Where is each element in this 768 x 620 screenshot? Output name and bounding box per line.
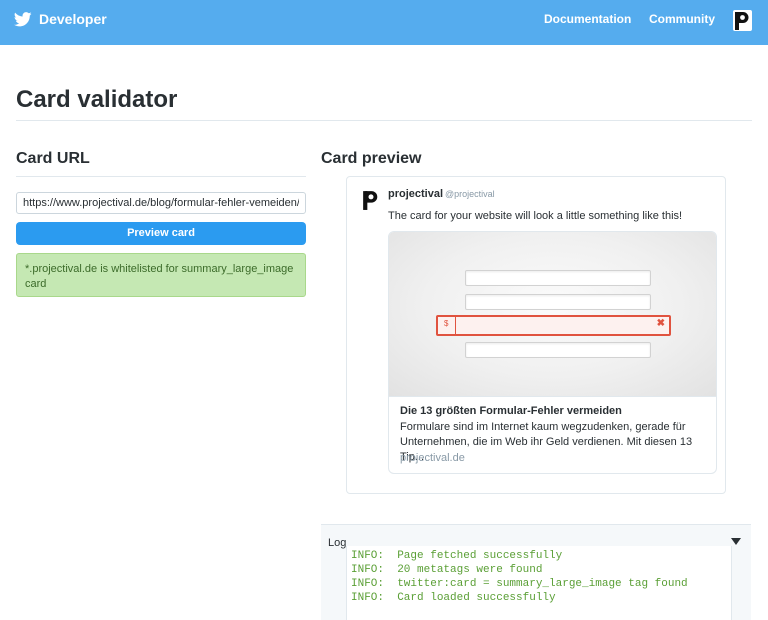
dollar-icon: $ — [444, 319, 449, 328]
twitter-bird-icon — [14, 11, 32, 26]
nav-documentation-link[interactable]: Documentation — [544, 12, 631, 26]
nav-community-link[interactable]: Community — [649, 12, 715, 26]
title-divider — [16, 120, 752, 121]
top-navigation-bar: Developer Documentation Community — [0, 0, 768, 45]
log-line: INFO: Page fetched successfully — [351, 550, 563, 562]
whitelist-status-alert: *.projectival.de is whitelisted for summ… — [16, 253, 306, 297]
log-output: INFO: Page fetched successfully INFO: 20… — [346, 546, 732, 620]
log-label: Log — [328, 537, 347, 549]
brand-label: Developer — [39, 11, 107, 27]
card-image: $ ✖ — [389, 232, 716, 397]
card-url-input[interactable] — [16, 192, 306, 214]
tweet-preview: projectival @projectival The card for yo… — [346, 176, 726, 494]
chevron-down-icon[interactable] — [731, 538, 741, 545]
tweet-text: The card for your website will look a li… — [388, 210, 683, 222]
card-title[interactable]: Die 13 größten Formular-Fehler vermeiden — [400, 405, 622, 417]
user-avatar[interactable] — [733, 10, 752, 31]
form-field-illustration — [465, 270, 651, 286]
log-line: INFO: Card loaded successfully — [351, 592, 556, 604]
author-name[interactable]: projectival — [388, 188, 443, 200]
log-line: INFO: twitter:card = summary_large_image… — [351, 578, 688, 590]
error-prefix-box: $ — [438, 317, 456, 334]
summary-large-image-card[interactable]: $ ✖ Die 13 größten Formular-Fehler verme… — [388, 231, 717, 474]
card-preview-heading: Card preview — [321, 150, 422, 167]
log-panel: Log INFO: Page fetched successfully INFO… — [321, 524, 751, 620]
error-field-illustration: $ ✖ — [436, 315, 671, 336]
card-url-divider — [16, 176, 306, 177]
log-line: INFO: 20 metatags were found — [351, 564, 543, 576]
author-avatar — [361, 189, 381, 211]
error-x-icon: ✖ — [656, 318, 665, 329]
author-handle[interactable]: @projectival — [445, 189, 495, 199]
form-field-illustration — [465, 294, 651, 310]
projectival-p-logo — [735, 12, 749, 30]
preview-card-button[interactable]: Preview card — [16, 222, 306, 245]
card-url-heading: Card URL — [16, 150, 90, 167]
page-title: Card validator — [16, 86, 178, 113]
card-domain[interactable]: projectival.de — [400, 452, 465, 464]
projectival-p-logo — [363, 191, 378, 210]
developer-home-link[interactable]: Developer — [14, 11, 107, 27]
form-field-illustration — [465, 342, 651, 358]
